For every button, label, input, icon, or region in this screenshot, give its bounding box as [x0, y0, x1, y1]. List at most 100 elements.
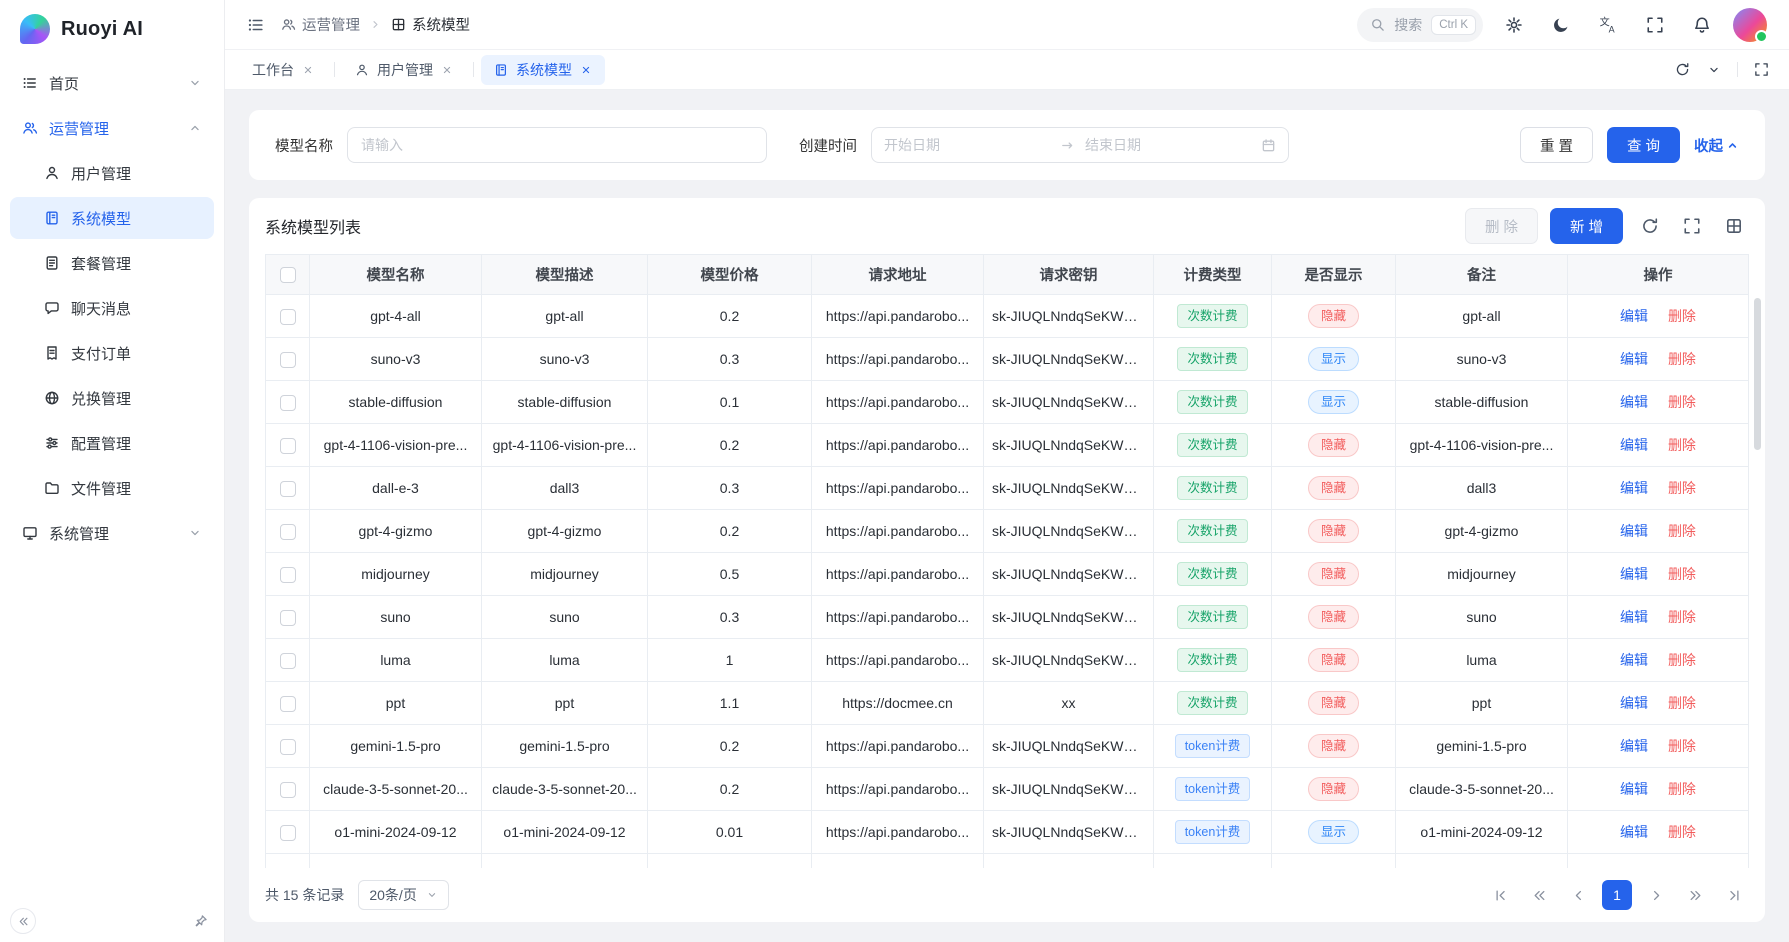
cell-request-key: sk-JIUQLNndqSeKWU...: [984, 725, 1154, 768]
fullscreen-button[interactable]: [1639, 9, 1671, 41]
sidebar-item-exchange-management[interactable]: 兑换管理: [10, 377, 214, 419]
prev-page-button[interactable]: [1563, 880, 1593, 910]
delete-link[interactable]: 删除: [1668, 695, 1696, 711]
delete-link[interactable]: 删除: [1668, 308, 1696, 324]
edit-link[interactable]: 编辑: [1620, 824, 1648, 840]
delete-link[interactable]: 删除: [1668, 781, 1696, 797]
last-page-button[interactable]: [1719, 880, 1749, 910]
table-row: luma luma 1 https://api.pandarobo... sk-…: [266, 639, 1749, 682]
sidebar-item-system-model[interactable]: 系统模型: [10, 197, 214, 239]
edit-link[interactable]: 编辑: [1620, 480, 1648, 496]
edit-link[interactable]: 编辑: [1620, 437, 1648, 453]
tab-system-model[interactable]: 系统模型: [481, 55, 605, 85]
reset-button[interactable]: 重 置: [1520, 127, 1593, 163]
edit-link[interactable]: 编辑: [1620, 523, 1648, 539]
row-checkbox[interactable]: [280, 395, 296, 411]
sidebar-item-package-management[interactable]: 套餐管理: [10, 242, 214, 284]
sidebar-item-operations[interactable]: 运营管理: [10, 107, 214, 149]
dark-mode-button[interactable]: [1545, 9, 1577, 41]
sidebar-item-system-management[interactable]: 系统管理: [10, 512, 214, 554]
date-range-picker[interactable]: 开始日期 结束日期: [871, 127, 1289, 163]
tab-user-management[interactable]: 用户管理: [342, 55, 466, 85]
sidebar-item-config-management[interactable]: 配置管理: [10, 422, 214, 464]
page-size-select[interactable]: 20条/页: [358, 880, 448, 910]
batch-delete-button[interactable]: 删 除: [1465, 208, 1538, 244]
edit-link[interactable]: 编辑: [1620, 351, 1648, 367]
delete-link[interactable]: 删除: [1668, 566, 1696, 582]
refresh-table-button[interactable]: [1635, 211, 1665, 241]
cell-model-price: 1.1: [648, 682, 812, 725]
delete-link[interactable]: 删除: [1668, 824, 1696, 840]
close-icon[interactable]: [441, 64, 453, 76]
row-checkbox[interactable]: [280, 739, 296, 755]
tabbar-actions: [1668, 56, 1775, 84]
query-button[interactable]: 查 询: [1607, 127, 1680, 163]
maximize-content-button[interactable]: [1747, 56, 1775, 84]
close-icon[interactable]: [580, 64, 592, 76]
edit-link[interactable]: 编辑: [1620, 781, 1648, 797]
sidebar-collapse-button[interactable]: [10, 908, 36, 934]
model-name-input[interactable]: [347, 127, 767, 163]
first-page-button[interactable]: [1485, 880, 1515, 910]
row-checkbox[interactable]: [280, 352, 296, 368]
sidebar-pin-button[interactable]: [188, 908, 214, 934]
sidebar-item-payment-orders[interactable]: 支付订单: [10, 332, 214, 374]
chevron-down-icon: [426, 889, 438, 901]
row-checkbox[interactable]: [280, 524, 296, 540]
tab-options-button[interactable]: [1700, 56, 1728, 84]
sidebar-item-user-management[interactable]: 用户管理: [10, 152, 214, 194]
table-row-partial: [266, 854, 1749, 869]
table-scrollbar-thumb[interactable]: [1754, 298, 1761, 450]
edit-link[interactable]: 编辑: [1620, 394, 1648, 410]
delete-link[interactable]: 删除: [1668, 480, 1696, 496]
row-checkbox[interactable]: [280, 481, 296, 497]
row-checkbox[interactable]: [280, 653, 296, 669]
row-checkbox[interactable]: [280, 825, 296, 841]
row-checkbox[interactable]: [280, 610, 296, 626]
column-settings-button[interactable]: [1719, 211, 1749, 241]
edit-link[interactable]: 编辑: [1620, 566, 1648, 582]
edit-link[interactable]: 编辑: [1620, 695, 1648, 711]
delete-link[interactable]: 删除: [1668, 394, 1696, 410]
notifications-button[interactable]: [1686, 9, 1718, 41]
delete-link[interactable]: 删除: [1668, 351, 1696, 367]
breadcrumb-operations[interactable]: 运营管理: [281, 14, 360, 35]
sidebar-item-home[interactable]: 首页: [10, 62, 214, 104]
pagination-bar: 共 15 条记录 20条/页 1: [265, 868, 1749, 922]
edit-link[interactable]: 编辑: [1620, 308, 1648, 324]
refresh-tab-button[interactable]: [1668, 56, 1696, 84]
menu-toggle-button[interactable]: [247, 16, 265, 34]
delete-link[interactable]: 删除: [1668, 437, 1696, 453]
user-avatar[interactable]: [1733, 8, 1767, 42]
next-page-button[interactable]: [1641, 880, 1671, 910]
row-checkbox[interactable]: [280, 309, 296, 325]
delete-link[interactable]: 删除: [1668, 652, 1696, 668]
delete-link[interactable]: 删除: [1668, 523, 1696, 539]
delete-link[interactable]: 删除: [1668, 609, 1696, 625]
edit-link[interactable]: 编辑: [1620, 609, 1648, 625]
maximize-table-button[interactable]: [1677, 211, 1707, 241]
row-checkbox[interactable]: [280, 782, 296, 798]
row-checkbox[interactable]: [280, 696, 296, 712]
edit-link[interactable]: 编辑: [1620, 652, 1648, 668]
chevron-up-icon: [1726, 139, 1739, 152]
tab-workbench[interactable]: 工作台: [239, 55, 327, 85]
language-button[interactable]: [1592, 9, 1624, 41]
add-button[interactable]: 新 增: [1550, 208, 1623, 244]
row-checkbox[interactable]: [280, 438, 296, 454]
jump-forward-button[interactable]: [1680, 880, 1710, 910]
close-icon[interactable]: [302, 64, 314, 76]
select-all-checkbox[interactable]: [280, 267, 296, 283]
row-checkbox[interactable]: [280, 567, 296, 583]
breadcrumb-system-model[interactable]: 系统模型: [391, 14, 470, 35]
edit-link[interactable]: 编辑: [1620, 738, 1648, 754]
sidebar-item-file-management[interactable]: 文件管理: [10, 467, 214, 509]
settings-button[interactable]: [1498, 9, 1530, 41]
page-1-button[interactable]: 1: [1602, 880, 1632, 910]
delete-link[interactable]: 删除: [1668, 738, 1696, 754]
global-search[interactable]: 搜索 Ctrl K: [1357, 8, 1483, 42]
app-logo[interactable]: Ruoyi AI: [0, 0, 224, 58]
collapse-filter-link[interactable]: 收起: [1694, 135, 1739, 156]
jump-back-button[interactable]: [1524, 880, 1554, 910]
sidebar-item-chat-messages[interactable]: 聊天消息: [10, 287, 214, 329]
